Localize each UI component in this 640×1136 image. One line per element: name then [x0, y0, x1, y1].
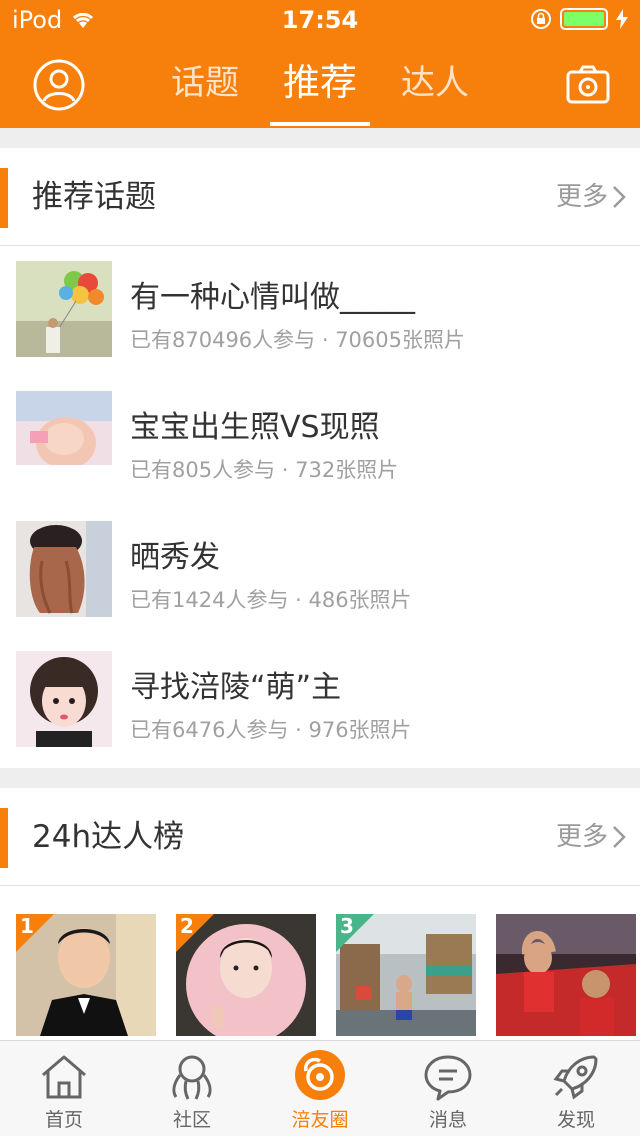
tabbar-label: 发现 [556, 1109, 595, 1131]
tabbar-friends-circle[interactable]: 涪友圈 [256, 1041, 384, 1136]
bottom-tab-bar: 首页 社区 涪友圈 消息 发现 [0, 1040, 640, 1136]
topic-meta: 已有6476人参与 · 976张照片 [130, 718, 412, 742]
more-label: 更多 [555, 822, 608, 852]
ranking-section: 24h达人榜 更多 1 2 3 [0, 788, 640, 1040]
rank-number: 2 [180, 914, 194, 938]
more-topics-link[interactable]: 更多 [556, 148, 626, 246]
tabbar-messages[interactable]: 消息 [384, 1041, 512, 1136]
status-bar: iPod 17:54 [0, 0, 640, 40]
more-ranking-link[interactable]: 更多 [556, 788, 626, 886]
tabbar-label: 社区 [172, 1109, 211, 1131]
status-right [530, 8, 628, 30]
tabbar-home[interactable]: 首页 [0, 1041, 128, 1136]
topic-item[interactable]: 寻找涪陵“萌”主 已有6476人参与 · 976张照片 [0, 636, 640, 766]
topic-thumbnail [16, 261, 112, 357]
tabbar-community[interactable]: 社区 [128, 1041, 256, 1136]
chevron-right-icon [613, 826, 626, 848]
camera-icon[interactable] [566, 64, 610, 104]
topic-meta: 已有870496人参与 · 70605张照片 [130, 328, 465, 352]
profile-icon[interactable] [32, 58, 86, 112]
section-title: 24h达人榜 [32, 819, 185, 855]
topic-name: 寻找涪陵“萌”主 [130, 670, 342, 705]
chevron-right-icon [613, 186, 626, 208]
top-bar: iPod 17:54 话题 推荐 达人 [0, 0, 640, 128]
ranking-person[interactable]: 1 [16, 914, 156, 1036]
header-nav: 话题 推荐 达人 [0, 40, 640, 128]
home-icon [42, 1055, 86, 1099]
topic-thumbnail [16, 521, 112, 617]
tabbar-label: 消息 [428, 1109, 467, 1131]
topic-meta: 已有1424人参与 · 486张照片 [130, 588, 412, 612]
rank-number: 3 [340, 914, 354, 938]
topics-section: 推荐话题 更多 有一种心情叫做_____ 已有870496人参与 · 70605… [0, 148, 640, 768]
header-tabs: 话题 推荐 达人 [150, 40, 490, 128]
battery-icon [560, 8, 608, 30]
more-label: 更多 [555, 182, 608, 212]
person-photo [496, 914, 636, 1036]
topic-name: 宝宝出生照VS现照 [130, 410, 380, 445]
topic-meta: 已有805人参与 · 732张照片 [130, 458, 399, 482]
topic-item[interactable]: 晒秀发 已有1424人参与 · 486张照片 [0, 506, 640, 636]
ranking-person[interactable] [496, 914, 636, 1036]
community-icon [172, 1055, 212, 1100]
charging-icon [616, 9, 628, 29]
ranking-person[interactable]: 2 [176, 914, 316, 1036]
topic-thumbnail [16, 651, 112, 747]
topic-item[interactable]: 有一种心情叫做_____ 已有870496人参与 · 70605张照片 [0, 246, 640, 376]
tab-recommended[interactable]: 推荐 [265, 40, 375, 128]
tab-topics[interactable]: 话题 [150, 40, 260, 128]
tabbar-label: 涪友圈 [291, 1109, 349, 1131]
rotation-lock-icon [531, 9, 551, 29]
topic-name: 晒秀发 [130, 540, 220, 575]
message-icon [424, 1055, 472, 1101]
ranking-list: 1 2 3 [0, 886, 640, 1036]
section-accent-bar [0, 808, 8, 868]
rocket-icon [553, 1055, 598, 1100]
topic-item[interactable]: 宝宝出生照VS现照 已有805人参与 · 732张照片 [0, 376, 640, 506]
topic-thumbnail [16, 391, 112, 487]
tabbar-discover[interactable]: 发现 [512, 1041, 640, 1136]
topics-header: 推荐话题 更多 [0, 148, 640, 246]
section-accent-bar [0, 168, 8, 228]
ranking-header: 24h达人榜 更多 [0, 788, 640, 886]
topic-name: 有一种心情叫做_____ [130, 280, 415, 315]
tabbar-label: 首页 [44, 1109, 83, 1131]
rank-number: 1 [20, 914, 34, 938]
tab-experts[interactable]: 达人 [380, 40, 490, 128]
ranking-person[interactable]: 3 [336, 914, 476, 1036]
friends-circle-icon [295, 1050, 345, 1100]
section-title: 推荐话题 [32, 179, 156, 215]
